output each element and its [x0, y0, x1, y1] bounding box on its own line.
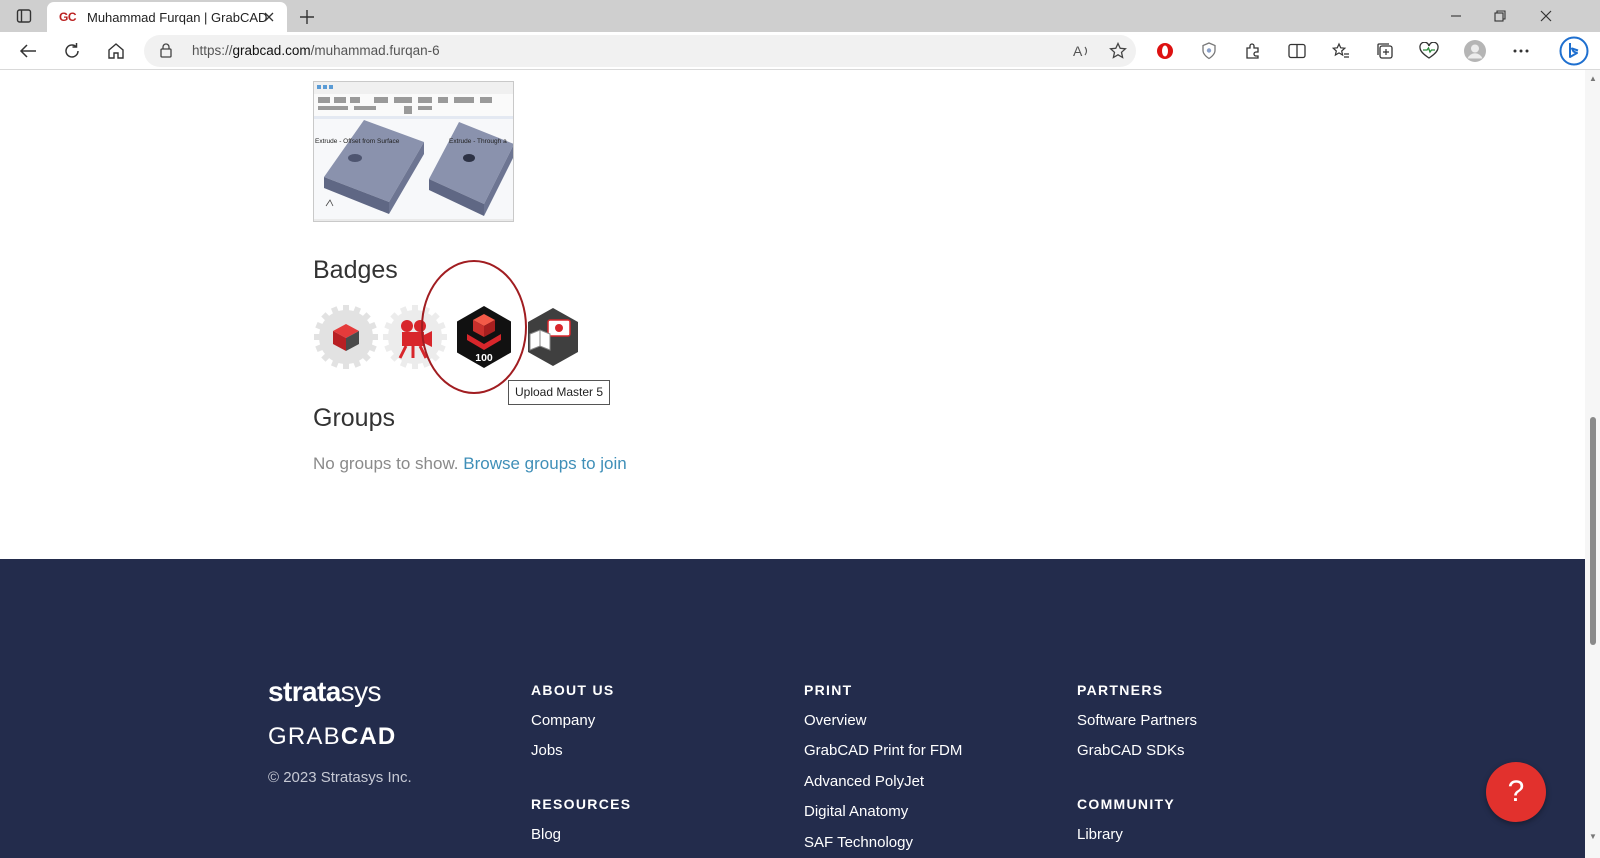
refresh-icon	[65, 43, 79, 58]
new-tab-button[interactable]	[296, 6, 318, 28]
profile-avatar[interactable]	[1462, 39, 1488, 63]
groups-heading: Groups	[313, 404, 395, 432]
footer-link-library[interactable]: Library	[1077, 826, 1123, 843]
grabcad-logo[interactable]: GRABCAD	[268, 723, 396, 751]
footer-link-software-partners[interactable]: Software Partners	[1077, 712, 1197, 729]
favorites-icon[interactable]	[1328, 39, 1354, 63]
window-close-button[interactable]	[1526, 4, 1566, 28]
tab-title: Muhammad Furqan | GrabCAD	[87, 9, 268, 25]
collections-icon[interactable]	[1372, 39, 1398, 63]
badges-heading: Badges	[313, 256, 398, 284]
tutorial-badge[interactable]	[520, 304, 586, 370]
help-button[interactable]: ?	[1486, 762, 1546, 822]
model-thumbnail[interactable]: Extrude - Offset from Surface Extrude - …	[313, 81, 514, 222]
close-tab-icon[interactable]	[261, 9, 277, 25]
read-aloud-icon[interactable]: A	[1071, 41, 1093, 61]
badge-tooltip: Upload Master 5	[508, 380, 611, 405]
restore-icon	[1494, 10, 1506, 22]
groups-empty-text: No groups to show.	[313, 454, 459, 473]
footer-link-digital-anatomy[interactable]: Digital Anatomy	[804, 803, 908, 820]
footer-heading-community: COMMUNITY	[1077, 796, 1176, 812]
highlight-annotation	[421, 260, 527, 394]
footer-link-grabcad-sdks[interactable]: GrabCAD SDKs	[1077, 742, 1185, 759]
footer-link-advanced-polyjet[interactable]: Advanced PolyJet	[804, 773, 924, 790]
more-icon[interactable]	[1508, 39, 1534, 63]
footer-heading-resources: RESOURCES	[531, 796, 632, 812]
footer-link-overview[interactable]: Overview	[804, 712, 867, 729]
cube-badge[interactable]	[313, 304, 379, 370]
browser-tab[interactable]: GC Muhammad Furqan | GrabCAD	[47, 2, 287, 32]
question-mark-icon: ?	[1507, 775, 1525, 808]
bing-icon[interactable]	[1558, 35, 1590, 67]
shield-icon[interactable]	[1196, 39, 1222, 63]
back-button[interactable]	[15, 39, 41, 63]
footer-heading-about: ABOUT US	[531, 682, 615, 698]
site-footer: stratasys GRABCAD © 2023 Stratasys Inc. …	[0, 559, 1585, 858]
restore-button[interactable]	[1480, 4, 1520, 28]
footer-link-company[interactable]: Company	[531, 712, 595, 729]
split-screen-icon[interactable]	[1284, 39, 1310, 63]
close-icon	[1540, 10, 1552, 22]
copyright-text: © 2023 Stratasys Inc.	[268, 769, 412, 786]
grabcad-favicon-icon: GC	[59, 10, 77, 24]
sidebar-icon[interactable]	[12, 6, 36, 26]
cube-gear-icon	[314, 305, 378, 369]
footer-link-saf-technology[interactable]: SAF Technology	[804, 834, 913, 851]
page-scrollbar[interactable]: ▲ ▼	[1585, 70, 1600, 858]
page-content: Extrude - Offset from Surface Extrude - …	[0, 70, 1585, 858]
browse-groups-link[interactable]: Browse groups to join	[463, 454, 626, 473]
home-button[interactable]	[103, 39, 129, 63]
refresh-button[interactable]	[59, 39, 85, 63]
address-bar[interactable]: https://grabcad.com/muhammad.furqan-6 A	[144, 35, 1136, 67]
browser-toolbar: https://grabcad.com/muhammad.furqan-6 A	[0, 32, 1600, 70]
plus-icon	[300, 10, 314, 24]
scroll-up-arrow-icon[interactable]: ▲	[1589, 74, 1597, 83]
footer-link-blog[interactable]: Blog	[531, 826, 561, 843]
tutorial-book-icon	[528, 308, 578, 366]
footer-link-jobs[interactable]: Jobs	[531, 742, 563, 759]
home-icon	[108, 43, 124, 59]
lock-icon[interactable]	[160, 43, 172, 63]
minimize-button[interactable]	[1436, 4, 1476, 28]
groups-empty-message: No groups to show. Browse groups to join	[313, 454, 627, 474]
browser-tab-bar: GC Muhammad Furqan | GrabCAD	[0, 0, 1600, 32]
thumbnail-label-right: Extrude - Through a	[449, 138, 507, 145]
url-text[interactable]: https://grabcad.com/muhammad.furqan-6	[192, 43, 440, 58]
footer-heading-partners: PARTNERS	[1077, 682, 1164, 698]
opera-icon[interactable]	[1152, 39, 1178, 63]
thumbnail-label-left: Extrude - Offset from Surface	[315, 138, 400, 145]
back-icon	[19, 44, 36, 58]
stratasys-logo[interactable]: stratasys	[268, 676, 381, 708]
minimize-icon	[1451, 15, 1461, 17]
star-icon[interactable]	[1107, 41, 1129, 61]
extensions-icon[interactable]	[1240, 39, 1266, 63]
footer-link-grabcad-print-fdm[interactable]: GrabCAD Print for FDM	[804, 742, 962, 759]
performance-icon[interactable]	[1416, 39, 1442, 63]
svg-text:A: A	[1073, 43, 1083, 59]
footer-heading-print: PRINT	[804, 682, 853, 698]
scrollbar-thumb[interactable]	[1590, 417, 1596, 645]
scroll-down-arrow-icon[interactable]: ▼	[1589, 832, 1597, 841]
